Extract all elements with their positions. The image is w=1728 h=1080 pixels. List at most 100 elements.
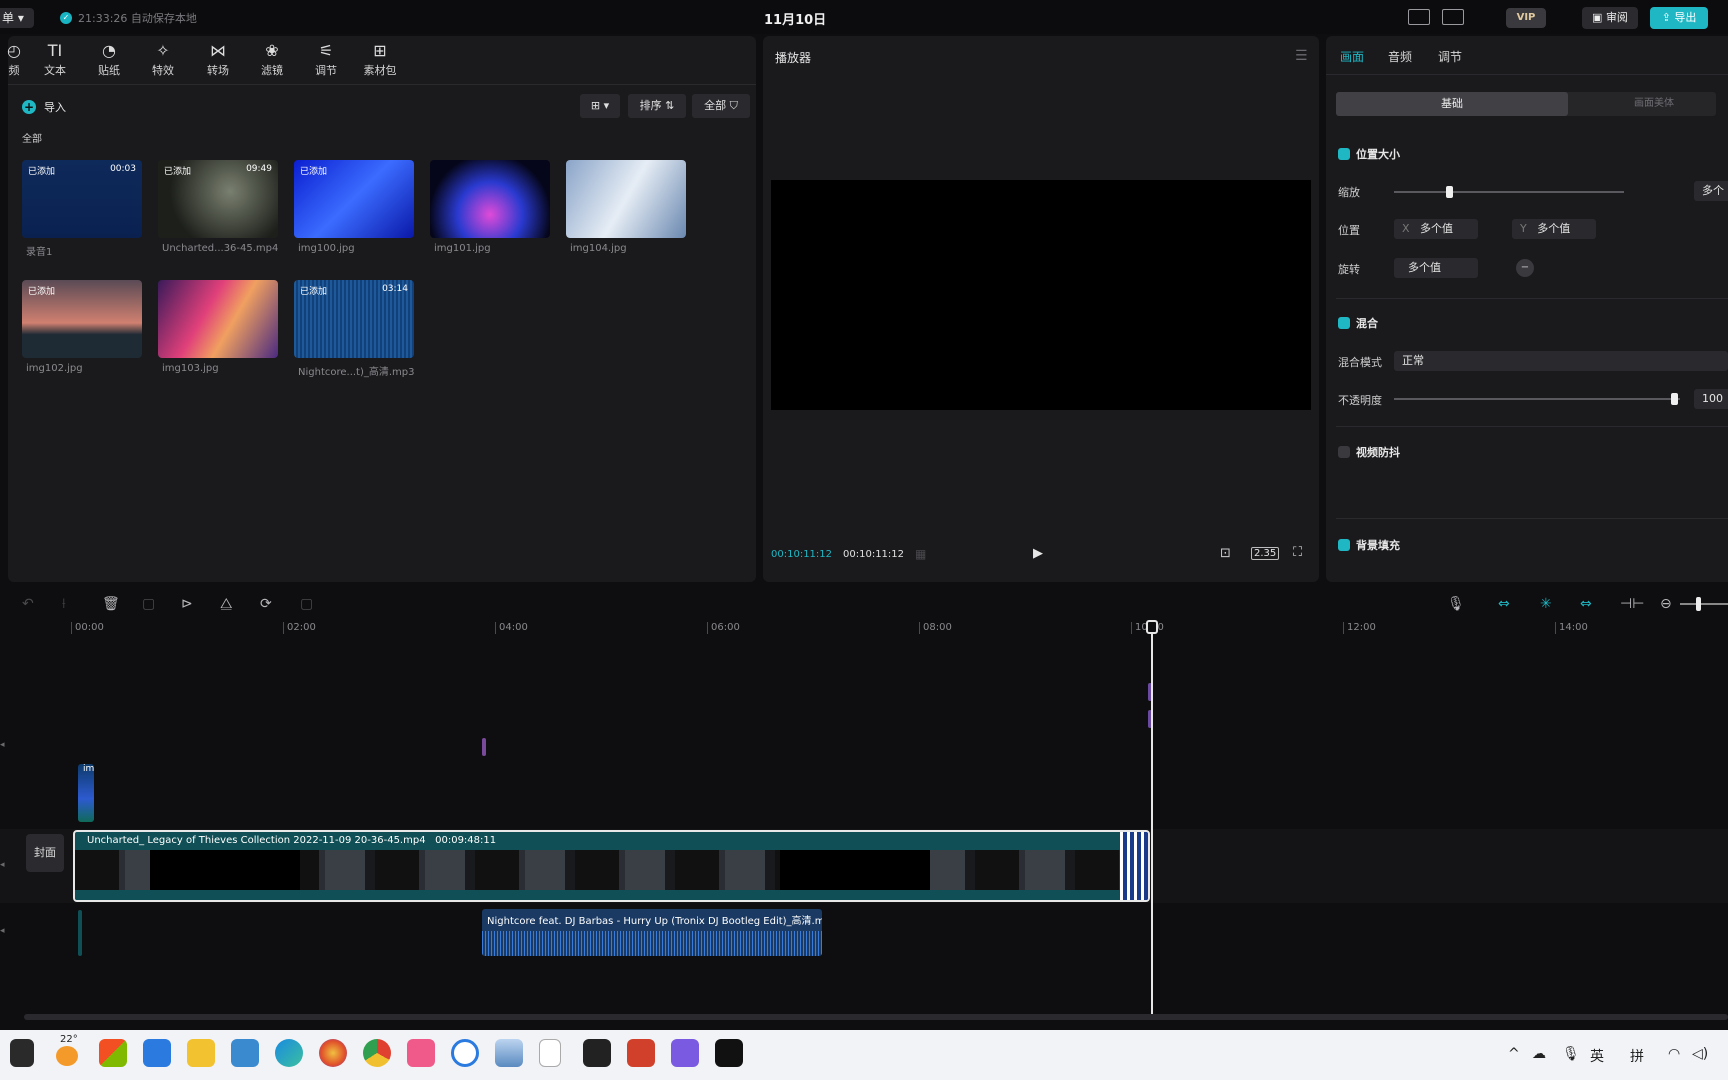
image-clip[interactable]: im <box>78 764 94 822</box>
tab-audio[interactable]: 音频 <box>1388 48 1412 65</box>
media-item[interactable]: 已添加 <box>22 280 142 358</box>
tool-sticker[interactable]: ◔ 贴纸 <box>87 40 131 80</box>
keyframe-marker[interactable] <box>482 738 486 756</box>
zoom-slider-knob[interactable] <box>1696 597 1701 611</box>
export-button[interactable]: ⇪ 导出 <box>1650 7 1708 29</box>
timecode-grid-icon[interactable]: ▦ <box>915 547 926 561</box>
view-toggle-button[interactable]: ⊞ ▾ <box>580 94 620 118</box>
weather-icon[interactable] <box>56 1046 78 1066</box>
cover-button[interactable]: 封面 <box>26 834 64 872</box>
document-icon[interactable] <box>539 1039 561 1067</box>
scale-slider[interactable] <box>1394 191 1624 193</box>
import-button[interactable]: + 导入 <box>22 96 66 118</box>
app-icon[interactable] <box>627 1039 655 1067</box>
media-item[interactable]: 已添加 00:03 <box>22 160 142 238</box>
widgets-icon[interactable] <box>99 1039 127 1067</box>
aspect-ratio-button[interactable]: 2.35 <box>1251 547 1280 560</box>
fullscreen-icon[interactable]: ⛶ <box>1293 545 1302 560</box>
chevron-up-icon[interactable]: ^ <box>1508 1046 1520 1062</box>
blend-mode-select[interactable]: 正常 <box>1394 351 1728 371</box>
preview-axis-icon[interactable]: ⊣⊢ <box>1620 596 1644 612</box>
stabilize-checkbox[interactable] <box>1338 446 1350 458</box>
capcut-icon[interactable] <box>715 1039 743 1067</box>
media-item[interactable] <box>158 280 278 358</box>
tab-adjust[interactable]: 调节 <box>1438 48 1462 65</box>
timeline-scrollbar[interactable] <box>24 1014 1728 1020</box>
review-button[interactable]: ▣ 审阅 <box>1582 7 1638 29</box>
opacity-slider[interactable] <box>1394 398 1680 400</box>
search-app-icon[interactable] <box>451 1039 479 1067</box>
filter-button[interactable]: 全部 ⛉ <box>692 94 750 118</box>
pos-size-checkbox[interactable] <box>1338 148 1350 160</box>
task-view-icon[interactable] <box>10 1039 34 1067</box>
tool-transition[interactable]: ⋈ 转场 <box>196 40 240 80</box>
playhead[interactable] <box>1151 624 1153 1014</box>
photos-icon[interactable] <box>495 1039 523 1067</box>
speaker-icon[interactable]: ◂ <box>0 926 8 940</box>
tool-video[interactable]: ◴ 频 <box>0 40 36 80</box>
media-item[interactable] <box>430 160 550 238</box>
subtab-basic[interactable]: 基础 <box>1336 92 1568 116</box>
opacity-slider-knob[interactable] <box>1671 393 1679 405</box>
playhead-handle[interactable] <box>1146 620 1158 634</box>
crop-icon[interactable]: ▢ <box>300 596 313 612</box>
keyboard-icon[interactable] <box>1408 9 1430 25</box>
wifi-icon[interactable]: ◠ <box>1668 1046 1680 1062</box>
time-ruler[interactable]: 00:00 02:00 04:00 06:00 08:00 10:00 12:0… <box>0 620 1728 634</box>
ime-mode[interactable]: 拼 <box>1630 1046 1644 1066</box>
blend-checkbox[interactable] <box>1338 317 1350 329</box>
file-explorer-icon[interactable] <box>187 1039 215 1067</box>
rotate-field[interactable]: 多个值 <box>1394 258 1478 278</box>
audio-clip[interactable]: Nightcore feat. DJ Barbas - Hurry Up (Tr… <box>482 909 822 956</box>
cloud-icon[interactable]: ☁ <box>1532 1046 1546 1062</box>
linkage-icon[interactable]: ⇔ <box>1580 596 1592 612</box>
tool-effects[interactable]: ✧ 特效 <box>141 40 185 80</box>
voice-clip[interactable] <box>78 910 82 956</box>
chrome-icon[interactable] <box>363 1039 391 1067</box>
main-menu-button[interactable]: 单 ▾ <box>0 8 34 28</box>
freeze-icon[interactable]: ▢ <box>142 596 155 612</box>
delete-icon[interactable]: 🗑 <box>102 596 120 612</box>
media-item[interactable] <box>566 160 686 238</box>
play-icon[interactable]: ▶ <box>1033 546 1043 561</box>
feishu-icon[interactable] <box>143 1039 171 1067</box>
video-clip[interactable]: Uncharted_ Legacy of Thieves Collection … <box>73 830 1150 902</box>
zoom-out-icon[interactable]: ⊖ <box>1660 596 1672 612</box>
mirror-icon[interactable]: ⧋ <box>220 596 233 612</box>
split-icon[interactable]: ⟊ <box>62 596 66 612</box>
media-item[interactable]: 已添加 09:49 <box>158 160 278 238</box>
sort-button[interactable]: 排序 ⇅ <box>628 94 686 118</box>
menu-icon[interactable]: ☰ <box>1295 48 1308 64</box>
tool-text[interactable]: TI 文本 <box>33 40 77 80</box>
volume-icon[interactable]: ◁) <box>1692 1046 1708 1062</box>
app-icon[interactable] <box>583 1039 611 1067</box>
edge-icon[interactable] <box>275 1039 303 1067</box>
zoom-fit-icon[interactable]: ⊡ <box>1220 546 1231 561</box>
bg-fill-checkbox[interactable] <box>1338 539 1350 551</box>
preview-screen[interactable] <box>771 180 1311 410</box>
app-icon[interactable] <box>671 1039 699 1067</box>
speed-icon[interactable]: ⊳ <box>181 596 193 612</box>
opacity-field[interactable]: 100 <box>1694 389 1728 409</box>
media-item[interactable]: 已添加 <box>294 160 414 238</box>
microphone-icon[interactable]: 🎙 <box>1562 1046 1580 1062</box>
zoom-slider[interactable] <box>1680 603 1728 605</box>
app-icon[interactable] <box>407 1039 435 1067</box>
snap-icon[interactable]: ✳ <box>1540 596 1552 612</box>
media-item[interactable]: 已添加 03:14 <box>294 280 414 358</box>
subtab-beauty[interactable]: 画面美体 <box>1634 92 1674 116</box>
scale-field[interactable]: 多个 <box>1694 181 1728 201</box>
layout-icon[interactable] <box>1442 9 1464 25</box>
speaker-icon[interactable]: ◂ <box>0 740 8 754</box>
tool-asset-pack[interactable]: ⊞ 素材包 <box>358 40 402 80</box>
scale-slider-knob[interactable] <box>1446 186 1453 198</box>
tool-filter[interactable]: ❀ 滤镜 <box>250 40 294 80</box>
microphone-icon[interactable]: 🎙 <box>1447 596 1465 612</box>
speaker-icon[interactable]: ◂ <box>0 860 8 874</box>
position-y-field[interactable]: Y 多个值 <box>1512 219 1596 239</box>
tab-picture[interactable]: 画面 <box>1340 48 1364 65</box>
vip-badge[interactable]: VIP <box>1506 8 1546 28</box>
firefox-icon[interactable] <box>319 1039 347 1067</box>
position-x-field[interactable]: X 多个值 <box>1394 219 1478 239</box>
ime-language[interactable]: 英 <box>1590 1046 1604 1066</box>
